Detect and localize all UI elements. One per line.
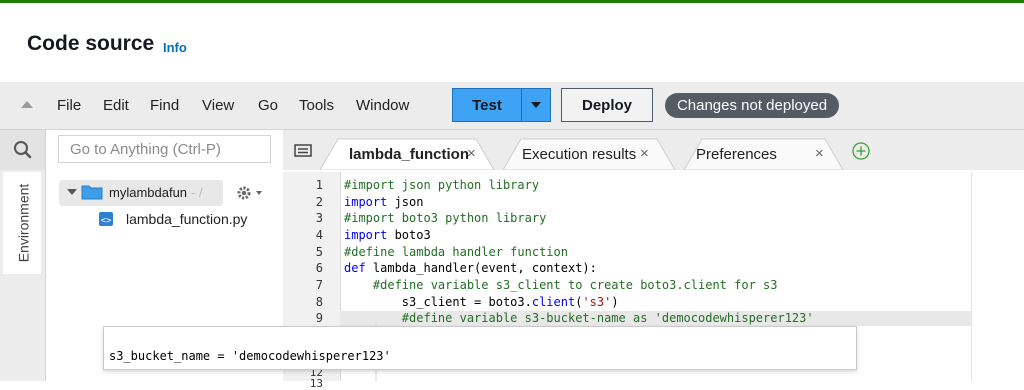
- file-icon: <>: [99, 212, 113, 226]
- close-icon[interactable]: ×: [640, 145, 649, 162]
- deploy-button[interactable]: Deploy: [561, 88, 653, 122]
- code-line: #define variable s3-bucket-name as 'demo…: [344, 311, 814, 325]
- menu-window[interactable]: Window: [356, 97, 409, 114]
- page-header: Code source Info: [0, 3, 1024, 82]
- folder-path: - /: [191, 185, 203, 200]
- line-number: 9: [315, 311, 323, 325]
- code-line: #import json python library: [344, 178, 540, 192]
- search-rail-button[interactable]: [0, 130, 45, 170]
- close-icon[interactable]: ×: [467, 145, 476, 162]
- add-tab-icon[interactable]: [851, 141, 871, 161]
- menu-go[interactable]: Go: [258, 97, 278, 114]
- menu-tools[interactable]: Tools: [299, 97, 334, 114]
- code-suggestion[interactable]: s3_bucket_name = 'democodewhisperer123': [109, 349, 391, 363]
- code-line: #import boto3 python library: [344, 211, 547, 225]
- line-number: 7: [315, 278, 323, 292]
- test-options-button[interactable]: [521, 88, 551, 122]
- code-line: #define lambda handler function: [344, 245, 568, 259]
- info-link[interactable]: Info: [163, 40, 187, 55]
- print-margin: [971, 172, 972, 381]
- code-line: #define variable s3_client to create bot…: [344, 278, 778, 292]
- code-suggestion-popup[interactable]: s3_bucket_name = 'democodewhisperer123': [103, 326, 857, 370]
- line-number: 5: [315, 245, 323, 259]
- environment-tab[interactable]: Environment: [3, 172, 41, 274]
- tab-lambda-function-label: lambda_function: [349, 146, 470, 163]
- environment-tab-label-wrap: Environment: [4, 172, 42, 274]
- code-line: import json: [344, 195, 424, 209]
- caret-down-icon: [531, 102, 541, 108]
- code-line: def lambda_handler(event, context):: [344, 261, 597, 275]
- environment-tab-label: Environment: [15, 183, 31, 263]
- line-number: 13: [309, 377, 323, 390]
- line-number: 1: [315, 178, 323, 192]
- folder-icon: [81, 185, 103, 200]
- line-number: 6: [315, 261, 323, 275]
- code-line: import boto3: [344, 228, 431, 242]
- status-badge: Changes not deployed: [665, 93, 839, 118]
- expand-triangle-icon[interactable]: [66, 187, 78, 199]
- page-title: Code source: [27, 32, 155, 55]
- tab-execution-results-label: Execution results: [522, 146, 637, 163]
- code-line: s3_client = boto3.client('s3'): [344, 295, 619, 309]
- svg-text:<>: <>: [101, 216, 112, 226]
- close-icon[interactable]: ×: [815, 145, 824, 162]
- line-number: 4: [315, 228, 323, 242]
- line-number: 8: [315, 295, 323, 309]
- folder-name: mylambdafun: [109, 185, 188, 200]
- menu-edit[interactable]: Edit: [103, 97, 129, 114]
- gear-icon[interactable]: [234, 183, 264, 203]
- menu-view[interactable]: View: [202, 97, 234, 114]
- line-number: 3: [315, 211, 323, 225]
- tab-list-icon[interactable]: [293, 143, 313, 159]
- collapse-triangle-icon[interactable]: [21, 101, 33, 108]
- file-name[interactable]: lambda_function.py: [126, 211, 247, 227]
- line-number: 2: [315, 195, 323, 209]
- tab-preferences-label: Preferences: [696, 146, 777, 163]
- menu-find[interactable]: Find: [150, 97, 179, 114]
- search-icon: [14, 141, 32, 159]
- editor-toolbar: File Edit Find View Go Tools Window Test…: [0, 82, 1024, 130]
- folder-row[interactable]: mylambdafun - /: [59, 180, 223, 206]
- test-button[interactable]: Test: [452, 88, 522, 122]
- go-to-anything-input[interactable]: Go to Anything (Ctrl-P): [58, 135, 271, 163]
- menu-file[interactable]: File: [57, 97, 81, 114]
